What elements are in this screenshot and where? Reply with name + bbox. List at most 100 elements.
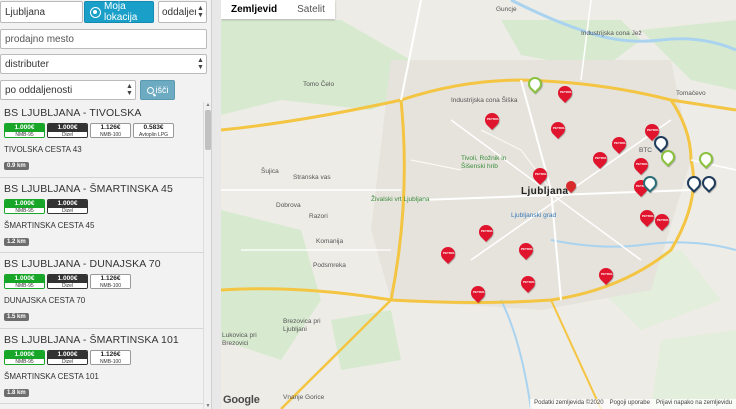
station-name: BS LJUBLJANA - ŠMARTINSKA 101 [4,333,179,346]
station-marker[interactable]: PETROL [516,240,536,263]
fuel-price: 1.126€ NMB-100 [90,274,131,289]
fuel-price-value: 1.000€ [48,124,87,132]
map-pin-icon [563,178,579,194]
fuel-price: 1.000€ Dizel [47,274,88,289]
station-list: BS LJUBLJANA - TIVOLSKA 1.000€ NMB-95 1.… [0,102,203,409]
petrol-logo: PETROL [601,272,614,276]
station-name: BS LJUBLJANA - ŠMARTINSKA 45 [4,182,173,195]
petrol-logo: PETROL [443,251,456,255]
station-address: DUNAJSKA CESTA 70 [4,296,86,305]
fuel-price-value: 1.126€ [100,275,121,282]
map-view[interactable]: Zemljevid Satelit Ljubljana Industrijska… [221,0,736,409]
zoo-label: Živalski vrt Ljubljana [371,196,430,203]
place-label: Šujica [261,168,279,175]
distance-select[interactable]: oddaljenost ▲▼ [158,1,207,23]
fuel-price: 1.000€ NMB-95 [4,123,45,138]
station-marker[interactable]: PETROL [652,211,672,234]
fuel-type-label: NMB-95 [5,358,44,364]
tab-map[interactable]: Zemljevid [221,0,287,19]
petrol-logo: PETROL [535,172,548,176]
place-label: Razori [309,213,328,220]
fuel-price-value: 1.126€ [100,350,121,358]
petrol-logo: PETROL [636,162,649,166]
place-label: Tomo Čelo [303,81,335,88]
map-pin-icon [696,149,716,169]
station-item[interactable]: BS LJUBLJANA - ŠMARTINSKA 101 1.000€ NMB… [0,329,203,404]
station-marker[interactable]: PETROL [590,149,610,172]
station-marker[interactable]: PETROL [438,244,458,267]
fuel-type-label: NMB-100 [91,358,130,364]
fuel-price-value: 1.000€ [48,199,87,208]
petrol-logo: PETROL [642,214,655,218]
current-location-marker[interactable] [563,178,580,201]
station-item[interactable]: BS LJUBLJANA - TIVOLSKA 1.000€ NMB-95 1.… [0,102,203,178]
map-pin-icon [640,173,660,193]
distributor-select[interactable]: distributer ▲ ▼ [0,54,207,74]
search-button[interactable]: išči [140,80,175,100]
crosshair-icon [90,6,101,18]
petrol-logo: PETROL [481,229,494,233]
place-label: Vnanje Gorice [283,394,325,401]
station-marker[interactable]: PETROL [518,273,538,296]
map-footer-terms[interactable]: Pogoji uporabe [610,400,650,408]
station-item[interactable]: BS LJUBLJANA - DUNAJSKA 70 1.000€ NMB-95… [0,253,203,329]
place-label: Komanija [316,238,344,245]
fuel-type-label: Avtoplin LPG [134,132,173,137]
station-marker[interactable] [525,74,545,97]
station-address: TIVOLSKA CESTA 43 [4,145,82,154]
petrol-logo: PETROL [657,218,670,222]
my-location-button[interactable]: Moja lokacija [84,1,154,23]
fuel-price: 1.126€ NMB-100 [90,349,131,365]
fuel-price: 1.000€ Dizel [47,198,88,214]
station-marker[interactable] [699,173,719,196]
sort-select-value: po oddaljenosti [5,85,73,96]
city-input[interactable]: Ljubljana [0,1,83,23]
fuel-price: 1.000€ Dizel [47,123,88,138]
station-marker[interactable]: PETROL [548,119,568,142]
station-item[interactable]: BS LJUBLJANA - ŠMARTINSKA 45 1.000€ NMB-… [0,178,203,253]
station-marker[interactable] [696,149,716,172]
station-marker[interactable]: PETROL [530,165,550,188]
app-root: Ljubljana Moja lokacija oddaljenost ▲▼ p… [0,0,736,409]
station-marker[interactable]: PETROL [482,110,502,133]
petrol-logo: PETROL [521,247,534,251]
fuel-type-label: Dizel [48,132,87,137]
fuel-type-label: NMB-95 [5,132,44,137]
fuel-price: 1.000€ NMB-95 [4,274,45,289]
map-footer: Podatki zemljevida ©2020 Pogoji uporabe … [530,399,736,409]
list-scrollbar[interactable]: ▲ ▼ [203,102,211,409]
place-label: Dobrova [276,202,301,209]
station-name: BS LJUBLJANA - DUNAJSKA 70 [4,258,161,270]
place-label: BTC [639,147,652,154]
station-marker[interactable]: PETROL [468,283,488,306]
station-marker[interactable]: PETROL [476,222,496,245]
map-footer-report[interactable]: Prijavi napako na zemljevidu [656,400,732,408]
station-marker[interactable] [651,133,671,156]
map-footer-data: Podatki zemljevida ©2020 [534,400,604,406]
station-name: BS LJUBLJANA - TIVOLSKA [4,107,142,119]
station-marker[interactable] [684,173,704,196]
distance-badge: 1.2 km [4,237,29,246]
tab-satellite[interactable]: Satelit [287,0,335,19]
map-pin-icon [651,133,671,153]
scroll-thumb[interactable] [205,110,211,150]
petrol-logo: PETROL [473,290,486,294]
google-logo: Google [223,394,260,406]
station-marker[interactable]: PETROL [555,83,575,106]
fuel-price: 1.126€ NMB-100 [90,123,131,138]
scroll-down-icon[interactable]: ▼ [205,403,211,409]
search-icon [146,86,154,94]
fuel-type-label: Dizel [48,207,87,213]
petrol-logo: PETROL [614,141,627,145]
sales-point-input[interactable]: prodajno mesto [0,29,207,49]
place-label: Lukovica pri Brezovici [222,332,257,347]
price-list: 1.000€ NMB-95 1.000€ Dizel 1.126€ NMB-10… [4,123,199,138]
station-marker[interactable] [640,173,660,196]
station-marker[interactable]: PETROL [609,134,629,157]
station-marker[interactable]: PETROL [631,155,651,178]
scroll-up-icon[interactable]: ▲ [205,102,211,108]
sort-select[interactable]: po oddaljenosti ▲ ▼ [0,80,136,100]
distance-badge: 1.8 km [4,388,29,397]
station-marker[interactable]: PETROL [637,207,657,230]
station-marker[interactable]: PETROL [596,265,616,288]
